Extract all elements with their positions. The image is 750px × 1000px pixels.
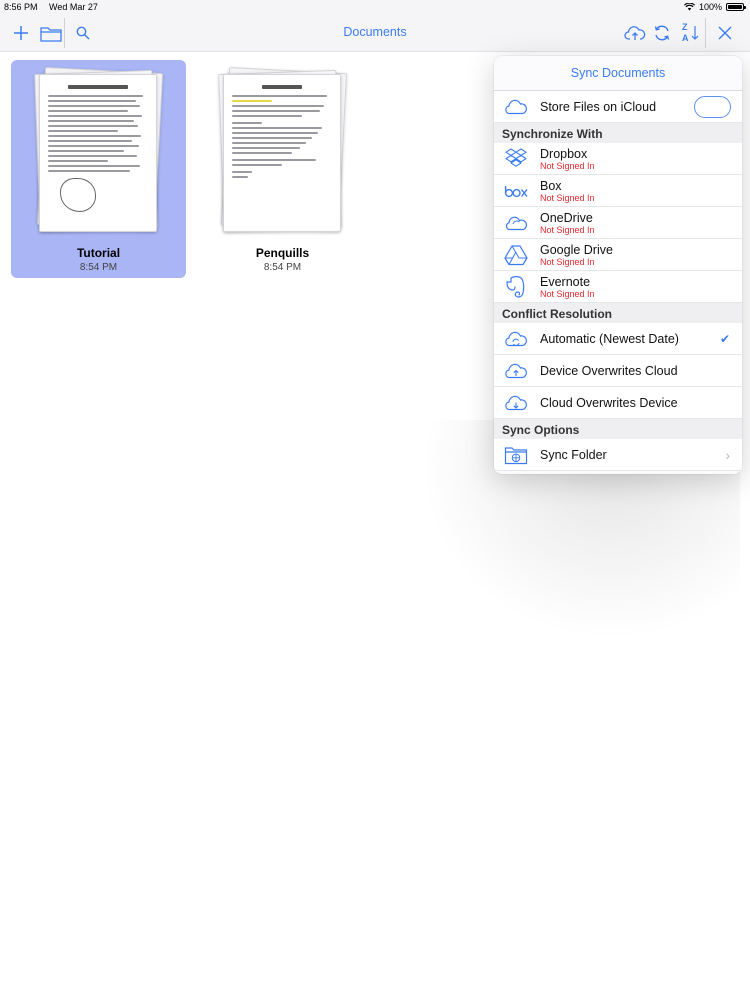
sort-label-z: Z	[682, 22, 688, 32]
section-sync-options: Sync Options	[494, 419, 742, 439]
status-date: Wed Mar 27	[49, 2, 98, 12]
sort-label-a: A	[682, 33, 689, 43]
search-button[interactable]	[73, 20, 93, 46]
sync-folder-row[interactable]: Sync Folder ›	[494, 439, 742, 471]
conflict-cloud-overwrites-device[interactable]: Cloud Overwrites Device	[494, 387, 742, 419]
wifi-icon	[683, 3, 695, 11]
document-time: 8:54 PM	[79, 262, 118, 273]
cloud-upload-icon	[505, 363, 527, 378]
search-icon	[76, 26, 90, 40]
checkmark-icon: ✔	[719, 331, 730, 346]
sync-icon	[654, 25, 670, 41]
document-name: Penquills	[255, 246, 310, 260]
close-button[interactable]	[714, 20, 736, 46]
sync-documents-popover: Sync Documents Store Files on iCloud Syn…	[494, 56, 742, 474]
document-name: Tutorial	[76, 246, 121, 260]
service-name: Evernote	[540, 274, 591, 289]
service-onedrive[interactable]: OneDrive Not Signed In	[494, 207, 742, 239]
plus-icon	[14, 26, 28, 40]
status-bar: 8:56 PM Wed Mar 27 100%	[0, 0, 750, 14]
sync-folder-icon	[504, 446, 528, 464]
battery-icon	[726, 3, 746, 11]
toolbar-divider	[705, 18, 706, 48]
document-tutorial[interactable]: Tutorial 8:54 PM	[11, 60, 186, 278]
toolbar: Documents Z A	[0, 14, 750, 52]
service-name: Dropbox	[540, 146, 588, 161]
service-name: Google Drive	[540, 242, 613, 257]
new-folder-button[interactable]	[39, 20, 63, 46]
cloud-upload-icon	[624, 26, 646, 40]
service-status: Not Signed In	[540, 256, 595, 267]
sync-button[interactable]	[651, 20, 673, 46]
document-thumbnail	[33, 67, 165, 236]
service-dropbox[interactable]: Dropbox Not Signed In	[494, 143, 742, 175]
service-status: Not Signed In	[540, 288, 595, 299]
box-icon	[504, 185, 528, 197]
service-name: OneDrive	[540, 210, 593, 225]
section-conflict-resolution: Conflict Resolution	[494, 303, 742, 323]
service-status: Not Signed In	[540, 192, 595, 203]
conflict-label: Cloud Overwrites Device	[540, 395, 678, 410]
cloud-upload-button[interactable]	[623, 20, 647, 46]
conflict-automatic[interactable]: Automatic (Newest Date) ✔	[494, 323, 742, 355]
sort-az-icon: Z A	[679, 21, 701, 45]
onedrive-icon	[505, 216, 527, 230]
close-icon	[718, 26, 732, 40]
service-status: Not Signed In	[540, 160, 595, 171]
cloud-download-icon	[505, 395, 527, 410]
option-label: Sync Folder	[540, 447, 607, 462]
conflict-device-overwrites-cloud[interactable]: Device Overwrites Cloud	[494, 355, 742, 387]
service-status: Not Signed In	[540, 224, 595, 235]
icloud-icon	[505, 99, 527, 114]
icloud-toggle[interactable]	[694, 95, 731, 118]
service-box[interactable]: Box Not Signed In	[494, 175, 742, 207]
service-evernote[interactable]: Evernote Not Signed In	[494, 271, 742, 303]
status-time: 8:56 PM	[4, 2, 38, 12]
document-penquills[interactable]: Penquills 8:54 PM	[195, 60, 370, 278]
dropbox-icon	[505, 147, 527, 167]
service-name: Box	[540, 178, 562, 193]
document-time: 8:54 PM	[263, 262, 302, 273]
folder-icon	[40, 26, 62, 42]
document-thumbnail	[217, 67, 349, 236]
cloud-sync-icon	[505, 331, 527, 346]
toolbar-divider	[64, 18, 65, 48]
popover-title: Sync Documents	[494, 56, 742, 91]
conflict-label: Device Overwrites Cloud	[540, 363, 678, 378]
google-drive-icon	[504, 244, 528, 265]
sort-button[interactable]: Z A	[679, 20, 701, 46]
chevron-right-icon: ›	[725, 446, 730, 463]
icloud-label: Store Files on iCloud	[540, 99, 657, 114]
conflict-label: Automatic (Newest Date)	[540, 331, 679, 346]
icloud-row: Store Files on iCloud	[494, 91, 742, 123]
section-synchronize-with: Synchronize With	[494, 123, 742, 143]
battery-percent: 100%	[698, 2, 722, 12]
add-button[interactable]	[11, 20, 31, 46]
evernote-icon	[506, 275, 525, 298]
service-google-drive[interactable]: Google Drive Not Signed In	[494, 239, 742, 271]
